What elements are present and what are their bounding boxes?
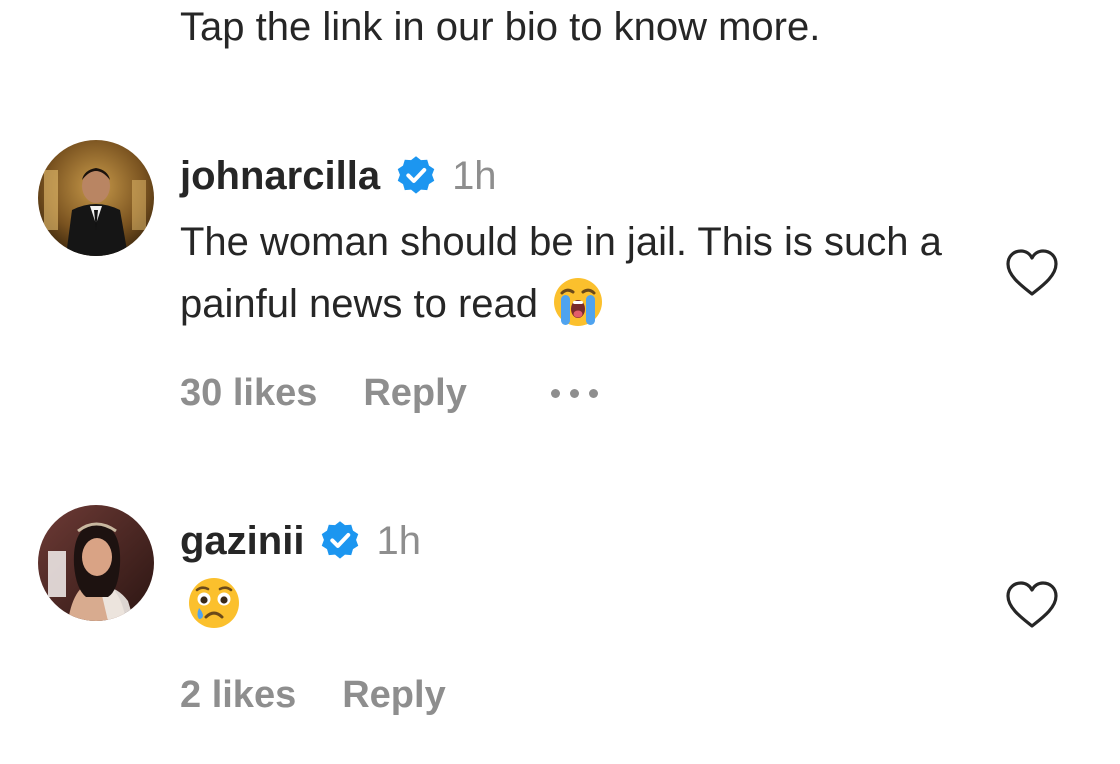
- comment-actions: 2 likes Reply: [180, 674, 446, 717]
- comment-header: johnarcilla 1h: [180, 152, 497, 200]
- loudly-crying-face-icon: [552, 276, 604, 328]
- comment-header: gazinii 1h: [180, 517, 421, 565]
- avatar[interactable]: [38, 505, 154, 621]
- comment-text-block: The woman should be in jail. This is suc…: [180, 211, 980, 335]
- more-options-icon[interactable]: [550, 389, 598, 398]
- comment-time: 1h: [376, 519, 421, 563]
- dot: [588, 389, 598, 398]
- likes-count[interactable]: 2 likes: [180, 674, 296, 717]
- like-comment-button[interactable]: [1004, 580, 1060, 630]
- verified-badge-icon: [318, 519, 362, 563]
- dot: [550, 389, 560, 398]
- post-caption: Tap the link in our bio to know more.: [180, 5, 821, 49]
- dot: [569, 389, 579, 398]
- likes-count[interactable]: 30 likes: [180, 372, 317, 415]
- comment-actions: 30 likes Reply: [180, 372, 598, 415]
- comment-time: 1h: [452, 154, 497, 198]
- avatar[interactable]: [38, 140, 154, 256]
- comment-username[interactable]: gazinii: [180, 517, 304, 565]
- like-comment-button[interactable]: [1004, 248, 1060, 298]
- reply-button[interactable]: Reply: [363, 372, 466, 415]
- verified-badge-icon: [394, 154, 438, 198]
- comment-username[interactable]: johnarcilla: [180, 152, 380, 200]
- reply-button[interactable]: Reply: [342, 674, 445, 717]
- heart-outline-icon: [1006, 249, 1058, 296]
- heart-outline-icon: [1006, 581, 1058, 628]
- anguished-crying-face-icon: [186, 575, 242, 631]
